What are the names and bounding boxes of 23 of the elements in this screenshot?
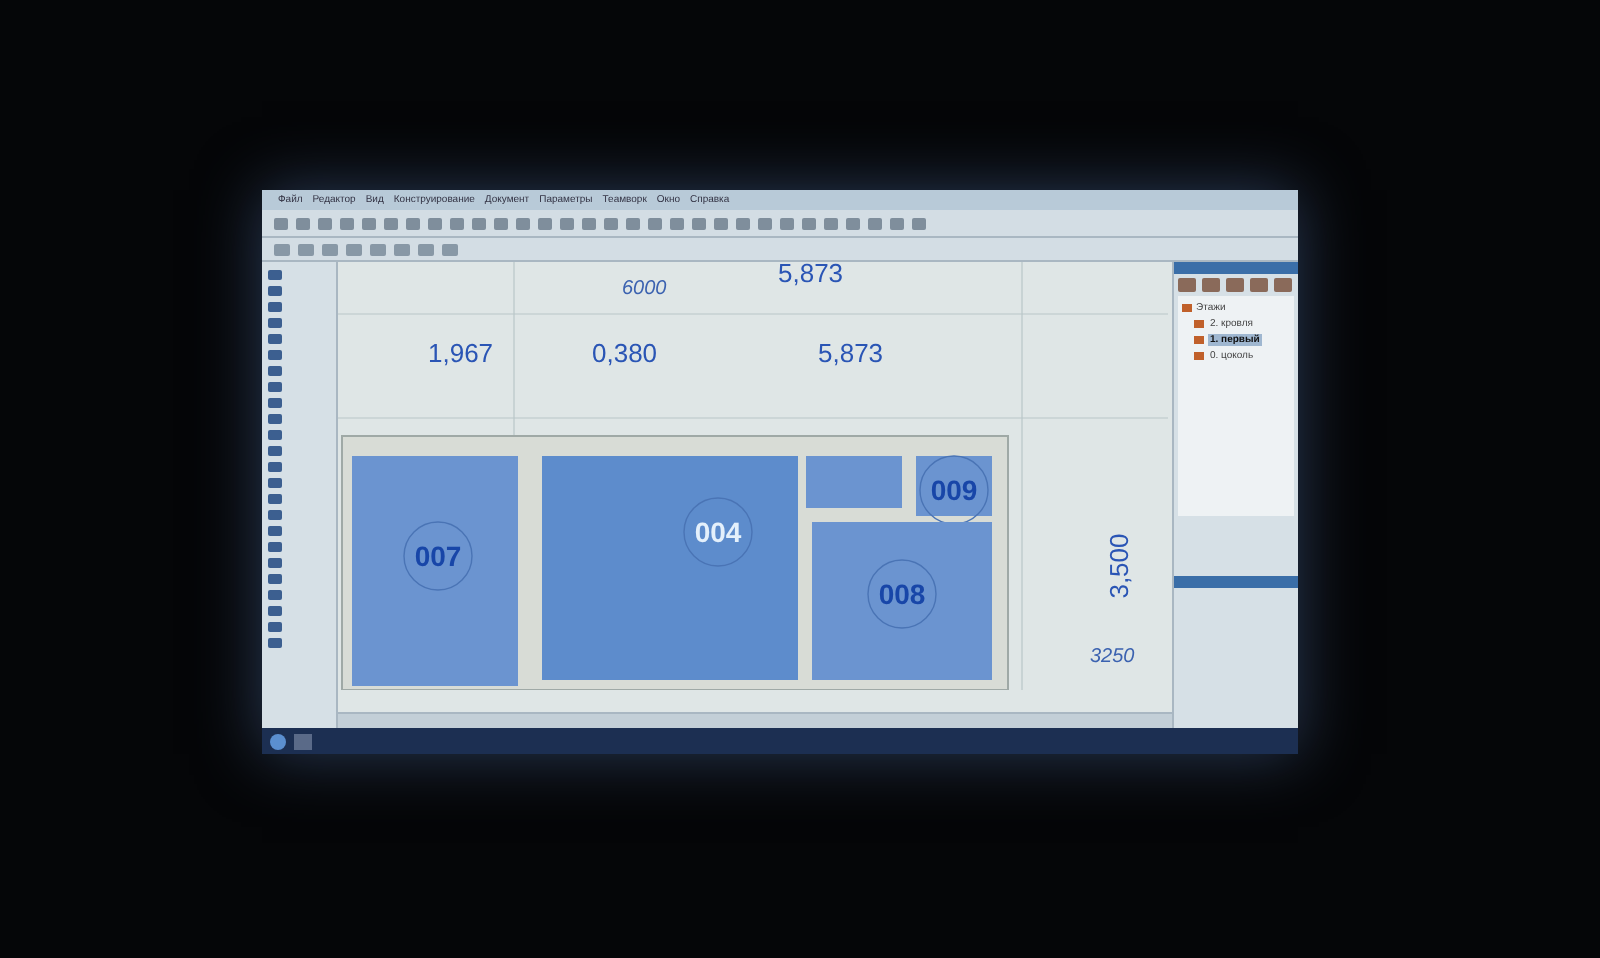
room-zone[interactable]: [812, 522, 992, 680]
room-stamp-circle: [683, 497, 753, 567]
start-orb-icon[interactable]: [270, 733, 286, 749]
dimension-label: 6000: [622, 278, 667, 300]
room-number: 008: [878, 578, 926, 610]
room-number: 009: [930, 474, 978, 506]
room-number: 007: [414, 540, 462, 572]
dimension-label: 3250: [1090, 646, 1135, 668]
panel-header: [1174, 262, 1298, 274]
room-number: 004: [694, 516, 742, 548]
panel-header: [1174, 576, 1298, 588]
dimension-label: 3,500: [1104, 533, 1134, 599]
room-stamp-circle: [403, 521, 473, 591]
room-zone: [806, 456, 902, 508]
taskbar-app-icon[interactable]: [294, 733, 312, 749]
dimension-label: 1,967: [428, 338, 494, 368]
room-stamp-circle: [867, 559, 937, 629]
dimension-label: 0,380: [592, 338, 658, 368]
room-zone[interactable]: [352, 456, 518, 686]
dimension-label: 5,873: [778, 262, 844, 288]
room-zone[interactable]: [916, 456, 992, 516]
dimension-label: 5,873: [818, 338, 884, 368]
room-stamp-circle: [919, 455, 989, 525]
